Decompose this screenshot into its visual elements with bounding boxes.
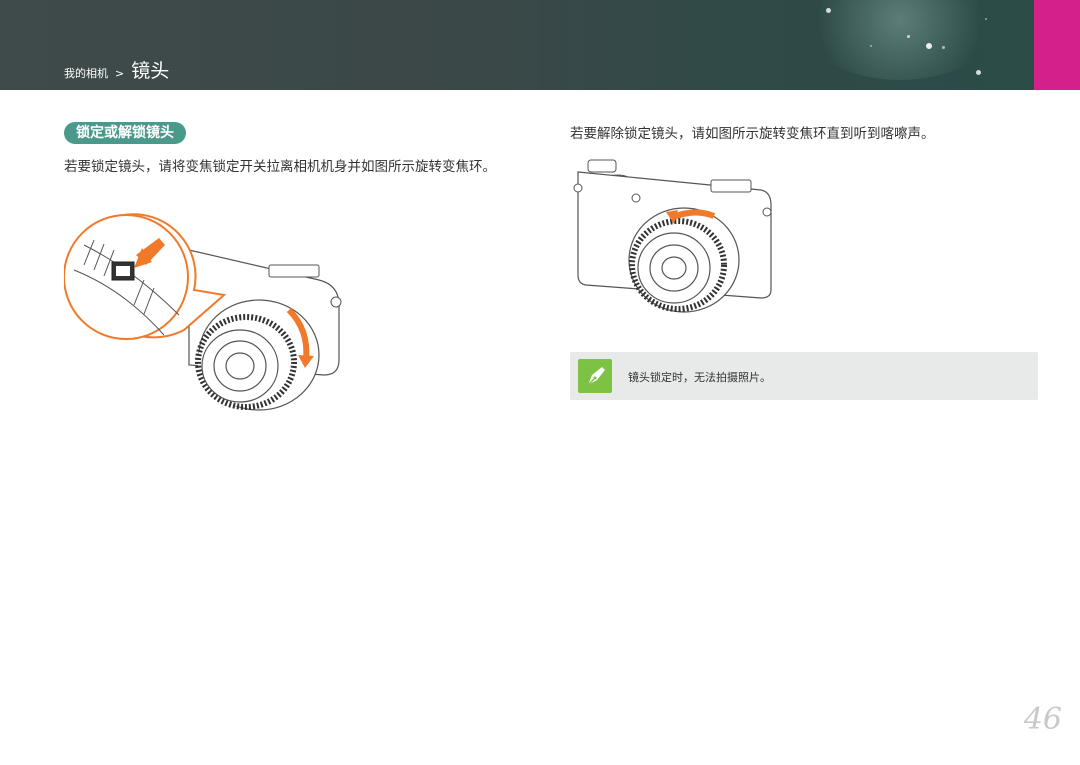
header-sparkle	[907, 35, 910, 38]
breadcrumb-separator: >	[115, 67, 125, 80]
header-sparkle	[985, 18, 987, 20]
header-sparkle	[870, 45, 872, 47]
page-header: 我的相机 > 镜头	[0, 0, 1080, 90]
header-sparkle	[926, 43, 932, 49]
header-sparkle	[826, 8, 831, 13]
lock-instruction-text: 若要锁定镜头，请将变焦锁定开关拉离相机机身并如图所示旋转变焦环。	[64, 159, 496, 175]
page-number: 46	[1023, 702, 1062, 737]
breadcrumb: 我的相机 > 镜头	[64, 56, 169, 83]
camera-lock-lens-illustration	[63, 210, 354, 415]
header-sparkle	[976, 70, 981, 75]
note-box: 镜头锁定时，无法拍摄照片。	[570, 352, 1038, 400]
note-text: 镜头锁定时，无法拍摄照片。	[628, 371, 771, 384]
unlock-instruction-text: 若要解除锁定镜头，请如图所示旋转变焦环直到听到喀嚓声。	[570, 126, 935, 142]
pen-icon	[578, 359, 612, 393]
section-title: 锁定或解锁镜头	[64, 122, 186, 144]
chapter-tab[interactable]	[1034, 0, 1080, 90]
header-sparkle	[942, 46, 945, 49]
breadcrumb-current: 镜头	[131, 60, 170, 82]
camera-unlock-lens-illustration	[566, 150, 781, 330]
breadcrumb-parent[interactable]: 我的相机	[64, 65, 108, 81]
